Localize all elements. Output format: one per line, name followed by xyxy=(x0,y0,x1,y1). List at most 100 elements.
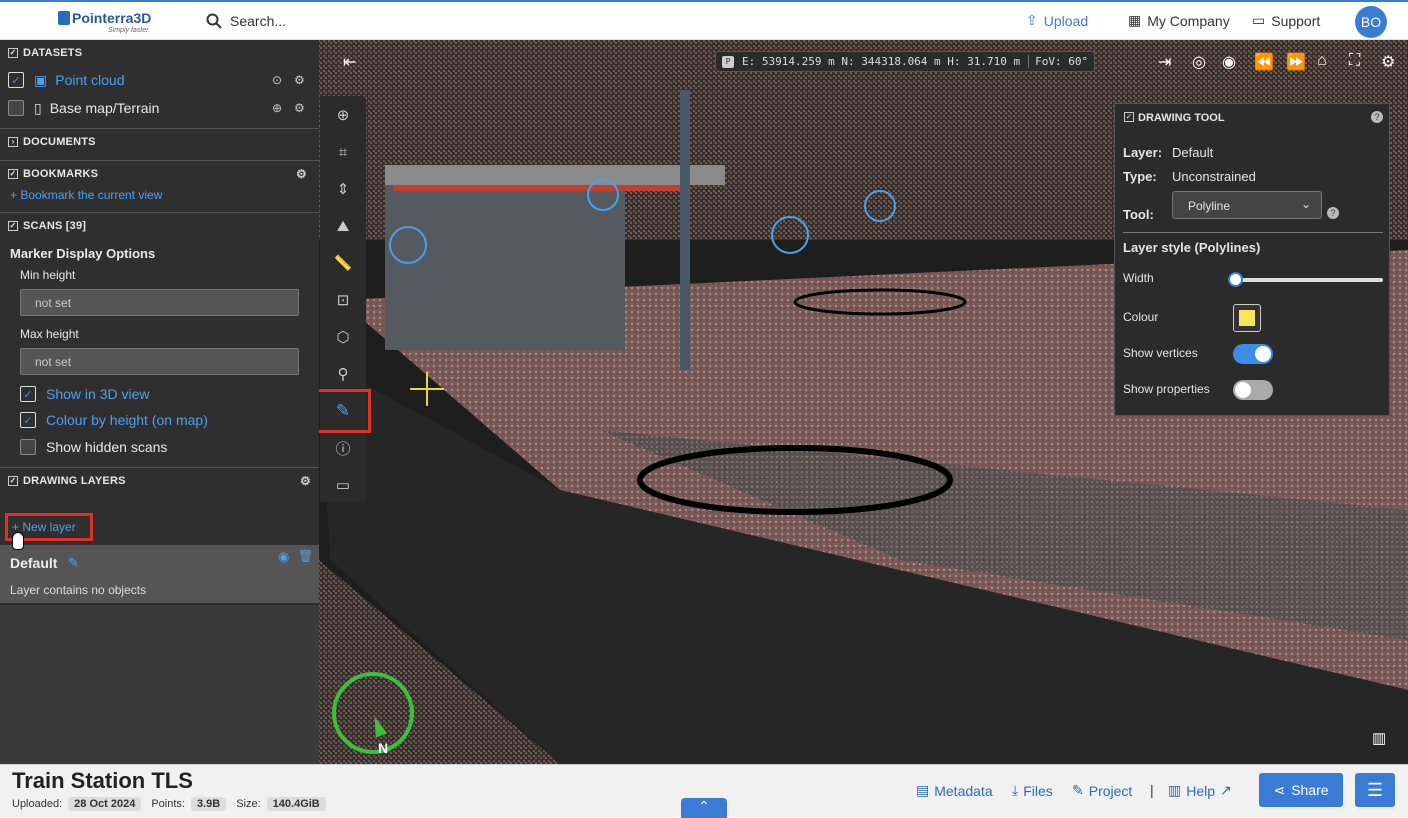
upload-label: Upload xyxy=(1043,12,1089,29)
show-hidden-label: Show hidden scans xyxy=(46,439,168,455)
help-link[interactable]: ▥ Help ↗ xyxy=(1168,782,1232,799)
files-link[interactable]: ⤓ Files xyxy=(1012,782,1053,799)
project-icon: ✎ xyxy=(1072,782,1084,798)
area-icon[interactable]: ⊡ xyxy=(332,289,354,311)
drawing-layers-settings-icon[interactable]: ⚙ xyxy=(300,474,311,488)
layer-default[interactable]: Default ✎ ◉ 🗑 Layer contains no objects xyxy=(0,545,319,603)
video-icon[interactable]: ▭ xyxy=(332,474,354,496)
terrain-icon[interactable]: ⛰ xyxy=(332,215,354,237)
measure-icon[interactable]: 📏 xyxy=(332,252,354,274)
compass[interactable]: N xyxy=(332,672,414,756)
files-label: Files xyxy=(1023,782,1053,799)
map-icon[interactable]: ▥ xyxy=(1372,729,1386,747)
visibility-icon[interactable]: ◉ xyxy=(278,549,289,565)
colour-by-height-checkbox[interactable]: ✓ xyxy=(20,412,36,428)
tool-select-value: Polyline xyxy=(1188,199,1231,213)
my-company-button[interactable]: ▦ My Company xyxy=(1128,12,1230,29)
share-button[interactable]: ⋖ Share xyxy=(1259,773,1343,807)
point-cloud-checkbox[interactable]: ✓ xyxy=(8,72,24,88)
section-icon[interactable]: ⇕ xyxy=(332,178,354,200)
width-slider[interactable] xyxy=(1228,272,1383,287)
scans-title: SCANS [39] xyxy=(23,219,87,232)
menu-button[interactable]: ☰ xyxy=(1355,773,1395,807)
tool-help-icon[interactable]: ? xyxy=(1327,207,1339,219)
collapse-icon[interactable]: ✓ xyxy=(1124,112,1134,122)
edit-layer-icon[interactable]: ✎ xyxy=(68,555,79,571)
max-height-input[interactable]: not set xyxy=(20,348,299,375)
width-slider-thumb[interactable] xyxy=(1228,272,1243,287)
pin-icon[interactable]: ⚲ xyxy=(332,363,354,385)
show-3d-checkbox[interactable]: ✓ xyxy=(20,386,36,402)
tool-select[interactable]: Polyline ⌄ xyxy=(1172,191,1322,219)
show-3d-option[interactable]: ✓ Show in 3D view xyxy=(0,381,319,407)
bookmarks-header[interactable]: ✓ BOOKMARKS ⚙ xyxy=(0,160,319,186)
volume-icon[interactable]: ⬡ xyxy=(332,326,354,348)
show-properties-label: Show properties xyxy=(1123,382,1210,396)
new-layer-label: + New layer xyxy=(12,520,76,534)
scans-header[interactable]: ✓ SCANS [39] xyxy=(0,212,319,238)
avatar[interactable]: BO xyxy=(1355,6,1387,38)
support-button[interactable]: ▭ Support xyxy=(1252,12,1320,29)
dataset-base-map[interactable]: ▯ Base map/Terrain ⊕ ⚙ xyxy=(0,94,319,122)
colour-label: Colour xyxy=(1123,310,1159,324)
expand-panel-button[interactable]: ⌃ xyxy=(681,798,727,818)
project-link[interactable]: ✎ Project xyxy=(1072,782,1132,799)
drawing-layers-header[interactable]: ✓ DRAWING LAYERS ⚙ xyxy=(0,467,319,493)
tool-label: Tool: xyxy=(1123,207,1154,222)
show-properties-toggle[interactable] xyxy=(1233,380,1273,400)
coordinates-text: E: 53914.259 m N: 344318.064 m H: 31.710… xyxy=(742,55,1021,68)
delete-layer-icon[interactable]: 🗑 xyxy=(298,549,313,563)
coordinate-readout: P E: 53914.259 m N: 344318.064 m H: 31.7… xyxy=(715,51,1096,72)
eye-icon[interactable]: ◉ xyxy=(1222,52,1236,72)
bookmarks-settings-icon[interactable]: ⚙ xyxy=(296,167,307,181)
help-icon[interactable]: ? xyxy=(1371,111,1383,123)
separator: | xyxy=(1150,782,1154,798)
colour-by-height-label: Colour by height (on map) xyxy=(46,412,208,428)
upload-icon: ⇪ xyxy=(1026,12,1038,28)
point-cloud-settings-icon[interactable]: ⚙ xyxy=(294,73,305,87)
show-hidden-checkbox[interactable] xyxy=(20,439,36,455)
fullscreen-icon[interactable]: ⛶ xyxy=(1349,52,1360,70)
base-map-settings-icon[interactable]: ⚙ xyxy=(294,101,305,115)
target-icon[interactable]: ⊙ xyxy=(272,73,282,87)
settings-icon[interactable]: ⚙ xyxy=(1381,52,1395,72)
colour-by-height-option[interactable]: ✓ Colour by height (on map) xyxy=(0,407,319,433)
collapse-icon: › xyxy=(8,136,18,147)
external-link-icon: ↗ xyxy=(1220,782,1232,798)
datasets-header[interactable]: ✓ DATASETS xyxy=(0,40,319,66)
enter-icon[interactable]: ⇥ xyxy=(1158,52,1171,72)
size-label: Size: xyxy=(236,798,261,810)
collapse-sidebar-icon[interactable]: ⇤ xyxy=(343,52,356,72)
documents-header[interactable]: › DOCUMENTS xyxy=(0,128,319,154)
navigate-icon[interactable]: ◎ xyxy=(1192,52,1206,72)
company-label: My Company xyxy=(1147,12,1230,29)
globe-icon[interactable]: ⊕ xyxy=(272,101,282,115)
colour-swatch[interactable] xyxy=(1233,304,1261,332)
rewind-icon[interactable]: ⏪ xyxy=(1254,52,1274,72)
home-icon[interactable]: ⌂ xyxy=(1317,52,1327,70)
brand-tagline: Simply faster. xyxy=(108,27,151,34)
dataset-point-cloud[interactable]: ✓ ▣ Point cloud ⊙ ⚙ xyxy=(0,66,319,94)
metadata-link[interactable]: ▤ Metadata xyxy=(916,782,993,799)
compass-needle-icon xyxy=(368,714,388,738)
base-map-checkbox[interactable] xyxy=(8,100,24,116)
fast-forward-icon[interactable]: ⏩ xyxy=(1286,52,1306,72)
show-vertices-toggle[interactable] xyxy=(1233,344,1273,364)
logo[interactable]: Pointerra3D Simply faster. xyxy=(58,8,168,36)
bookmark-current-view-link[interactable]: + Bookmark the current view xyxy=(0,186,319,212)
search-icon xyxy=(206,13,222,29)
min-height-input[interactable]: not set xyxy=(20,289,299,316)
info-icon[interactable]: ⓘ xyxy=(332,437,354,459)
locate-icon[interactable]: ⊕ xyxy=(332,104,354,126)
drawing-tool-button[interactable]: ✎ xyxy=(315,389,371,433)
show-hidden-option[interactable]: Show hidden scans xyxy=(0,433,319,461)
building-icon: ▦ xyxy=(1128,12,1142,28)
drawing-layers-title: DRAWING LAYERS xyxy=(23,474,126,487)
upload-button[interactable]: ⇪ Upload xyxy=(1026,12,1088,29)
layer-label: Layer: xyxy=(1123,145,1163,160)
project-title: Train Station TLS xyxy=(12,768,193,793)
metadata-icon: ▤ xyxy=(916,782,930,798)
crop-icon[interactable]: ⌗ xyxy=(332,141,354,163)
datasets-title: DATASETS xyxy=(23,47,83,59)
search-input[interactable]: Search... xyxy=(206,11,286,31)
